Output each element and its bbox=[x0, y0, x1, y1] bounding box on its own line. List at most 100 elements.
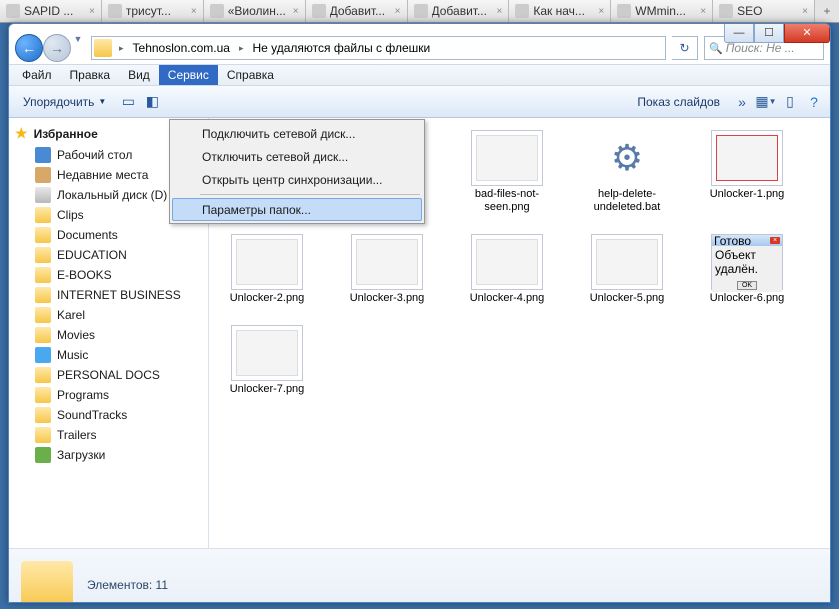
browser-tab[interactable]: SAPID ...× bbox=[0, 0, 102, 22]
back-button[interactable]: ← bbox=[15, 34, 43, 62]
close-tab-icon[interactable]: × bbox=[395, 6, 401, 17]
recent-icon bbox=[35, 167, 51, 183]
chevron-right-icon[interactable]: ▸ bbox=[236, 43, 247, 54]
menu-folder-options[interactable]: Параметры папок... bbox=[172, 198, 422, 221]
chevron-right-icon[interactable]: ▸ bbox=[116, 43, 127, 54]
organize-button[interactable]: Упорядочить▼ bbox=[15, 90, 114, 114]
close-tab-icon[interactable]: × bbox=[497, 6, 503, 17]
help-button[interactable]: ? bbox=[804, 92, 824, 112]
sidebar-item[interactable]: Programs bbox=[9, 385, 208, 405]
close-button[interactable]: ✕ bbox=[784, 23, 830, 43]
forward-button[interactable]: → bbox=[43, 34, 71, 62]
breadcrumb-seg-1[interactable]: Tehnoslon.com.ua bbox=[129, 37, 234, 59]
down-icon bbox=[35, 447, 51, 463]
sidebar-item-label: SoundTracks bbox=[57, 408, 127, 422]
favorites-label: Избранное bbox=[34, 127, 98, 141]
browser-tab[interactable]: WMmin... × bbox=[611, 0, 713, 22]
menu-help[interactable]: Справка bbox=[218, 65, 283, 85]
tab-label: «Виолин... bbox=[228, 4, 289, 18]
file-item[interactable]: Unlocker-2.png bbox=[221, 234, 313, 305]
folder-icon bbox=[35, 247, 51, 263]
toolbar: Упорядочить▼ ▭ ◧ Показ слайдов » ▦▼ ▯ ? bbox=[9, 86, 830, 118]
tab-label: Добавит... bbox=[330, 4, 391, 18]
new-tab-button[interactable]: + bbox=[815, 0, 839, 22]
sidebar-item[interactable]: PERSONAL DOCS bbox=[9, 365, 208, 385]
thumbnail bbox=[711, 130, 783, 186]
file-item[interactable]: Unlocker-7.png bbox=[221, 325, 313, 396]
folder-icon bbox=[35, 287, 51, 303]
file-item[interactable]: ⚙help-delete-undeleted.bat bbox=[581, 130, 673, 214]
file-item[interactable]: Unlocker-1.png bbox=[701, 130, 793, 214]
file-item[interactable]: Unlocker-5.png bbox=[581, 234, 673, 305]
browser-tab[interactable]: Добавит... × bbox=[306, 0, 408, 22]
nav-history-dropdown[interactable]: ▼ bbox=[71, 34, 85, 62]
sidebar-item-label: Недавние места bbox=[57, 168, 148, 182]
menu-view[interactable]: Вид bbox=[119, 65, 159, 85]
file-name-label: Unlocker-5.png bbox=[590, 292, 665, 305]
browser-tabstrip: SAPID ...×трисут...×«Виолин...×Добавит..… bbox=[0, 0, 839, 23]
tab-label: WMmin... bbox=[635, 4, 696, 18]
favicon-icon bbox=[312, 4, 326, 18]
tab-label: SEO bbox=[737, 4, 798, 18]
sidebar-item[interactable]: INTERNET BUSINESS bbox=[9, 285, 208, 305]
menu-file[interactable]: Файл bbox=[13, 65, 61, 85]
close-tab-icon[interactable]: × bbox=[700, 6, 706, 17]
file-item[interactable]: Unlocker-3.png bbox=[341, 234, 433, 305]
menu-tools[interactable]: Сервис bbox=[159, 65, 218, 85]
favicon-icon bbox=[6, 4, 20, 18]
browser-tab[interactable]: трисут...× bbox=[102, 0, 204, 22]
folder-icon bbox=[35, 427, 51, 443]
close-tab-icon[interactable]: × bbox=[191, 6, 197, 17]
window-buttons: — ☐ ✕ bbox=[724, 23, 830, 43]
close-tab-icon[interactable]: × bbox=[293, 6, 299, 17]
include-library-icon[interactable]: ▭ bbox=[118, 92, 138, 112]
close-tab-icon[interactable]: × bbox=[89, 6, 95, 17]
folder-icon bbox=[35, 267, 51, 283]
close-tab-icon[interactable]: × bbox=[802, 6, 808, 17]
thumbnail bbox=[231, 325, 303, 381]
sidebar-item[interactable]: Movies bbox=[9, 325, 208, 345]
favicon-icon bbox=[719, 4, 733, 18]
breadcrumb[interactable]: ▸ Tehnoslon.com.ua ▸ Не удаляются файлы … bbox=[91, 36, 666, 60]
sidebar-item[interactable]: EDUCATION bbox=[9, 245, 208, 265]
sidebar-item[interactable]: Documents bbox=[9, 225, 208, 245]
sidebar-item[interactable]: Trailers bbox=[9, 425, 208, 445]
file-name-label: help-delete-undeleted.bat bbox=[581, 188, 673, 214]
new-menu-icon[interactable]: » bbox=[732, 92, 752, 112]
folder-icon bbox=[35, 387, 51, 403]
preview-pane-button[interactable]: ▯ bbox=[780, 92, 800, 112]
file-name-label: Unlocker-6.png bbox=[710, 292, 785, 305]
browser-tab[interactable]: Как нач...× bbox=[509, 0, 611, 22]
close-tab-icon[interactable]: × bbox=[598, 6, 604, 17]
refresh-button[interactable]: ↻ bbox=[672, 36, 698, 60]
browser-tab[interactable]: SEO × bbox=[713, 0, 815, 22]
browser-tab[interactable]: «Виолин... × bbox=[204, 0, 306, 22]
nav-row: ← → ▼ ▸ Tehnoslon.com.ua ▸ Не удаляются … bbox=[9, 32, 830, 64]
view-options-button[interactable]: ▦▼ bbox=[756, 92, 776, 112]
breadcrumb-seg-2[interactable]: Не удаляются файлы с флешки bbox=[248, 37, 434, 59]
minimize-button[interactable]: — bbox=[724, 23, 754, 43]
file-item[interactable]: bad-files-not-seen.png bbox=[461, 130, 553, 214]
folder-icon bbox=[35, 367, 51, 383]
menu-open-sync-center[interactable]: Открыть центр синхронизации... bbox=[172, 168, 422, 191]
sidebar-item[interactable]: Karel bbox=[9, 305, 208, 325]
slideshow-button[interactable]: Показ слайдов bbox=[629, 90, 728, 114]
file-name-label: Unlocker-2.png bbox=[230, 292, 305, 305]
desktop-icon bbox=[35, 147, 51, 163]
share-icon[interactable]: ◧ bbox=[142, 92, 162, 112]
menu-disconnect-network-drive[interactable]: Отключить сетевой диск... bbox=[172, 145, 422, 168]
sidebar-item[interactable]: SoundTracks bbox=[9, 405, 208, 425]
sidebar-item[interactable]: Загрузки bbox=[9, 445, 208, 465]
sidebar-item[interactable]: Music bbox=[9, 345, 208, 365]
browser-tab[interactable]: Добавит... × bbox=[408, 0, 510, 22]
sidebar-item[interactable]: E-BOOKS bbox=[9, 265, 208, 285]
maximize-button[interactable]: ☐ bbox=[754, 23, 784, 43]
folder-icon bbox=[35, 227, 51, 243]
sidebar-item-label: Music bbox=[57, 348, 88, 362]
tab-label: Добавит... bbox=[432, 4, 493, 18]
thumbnail bbox=[471, 234, 543, 290]
menu-edit[interactable]: Правка bbox=[61, 65, 120, 85]
file-item[interactable]: Готово×Объект удалён.OKUnlocker-6.png bbox=[701, 234, 793, 305]
menu-map-network-drive[interactable]: Подключить сетевой диск... bbox=[172, 122, 422, 145]
file-item[interactable]: Unlocker-4.png bbox=[461, 234, 553, 305]
